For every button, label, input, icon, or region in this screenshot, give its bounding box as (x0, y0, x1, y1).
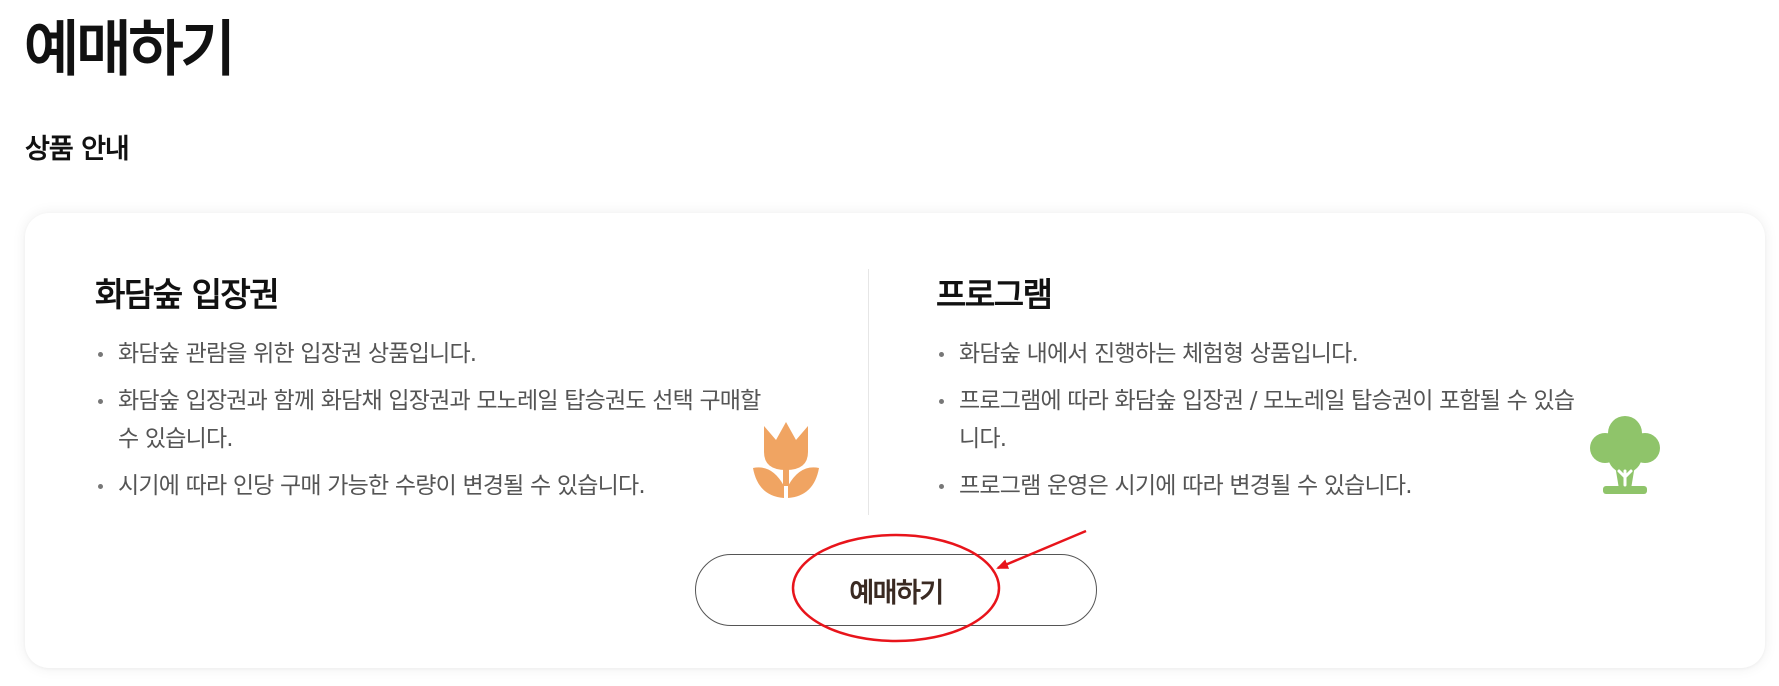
ticket-info-list: 화담숲 관람을 위한 입장권 상품입니다. 화담숲 입장권과 함께 화담채 입장… (95, 335, 835, 505)
reserve-button[interactable]: 예매하기 (695, 554, 1097, 626)
ticket-info-item: 화담숲 관람을 위한 입장권 상품입니다. (95, 335, 785, 373)
tulip-icon (753, 422, 819, 498)
ticket-info-item: 화담숲 입장권과 함께 화담채 입장권과 모노레일 탑승권도 선택 구매할 수 … (95, 382, 785, 458)
program-info-item: 프로그램 운영은 시기에 따라 변경될 수 있습니다. (936, 467, 1586, 505)
ticket-info-item: 시기에 따라 인당 구매 가능한 수량이 변경될 수 있습니다. (95, 467, 785, 505)
page: 예매하기 상품 안내 화담숲 입장권 화담숲 관람을 위한 입장권 상품입니다.… (0, 0, 1779, 686)
product-card: 화담숲 입장권 화담숲 관람을 위한 입장권 상품입니다. 화담숲 입장권과 함… (25, 213, 1765, 668)
product-title-ticket: 화담숲 입장권 (95, 275, 280, 314)
tree-icon (1590, 416, 1660, 494)
product-title-program: 프로그램 (936, 275, 1053, 314)
section-title: 상품 안내 (25, 134, 130, 165)
column-divider (868, 269, 869, 515)
program-info-item: 화담숲 내에서 진행하는 체험형 상품입니다. (936, 335, 1586, 373)
product-ticket-column: 화담숲 입장권 화담숲 관람을 위한 입장권 상품입니다. 화담숲 입장권과 함… (95, 273, 835, 514)
program-info-item: 프로그램에 따라 화담숲 입장권 / 모노레일 탑승권이 포함될 수 있습니다. (936, 382, 1586, 458)
page-title: 예매하기 (24, 15, 236, 85)
program-info-list: 화담숲 내에서 진행하는 체험형 상품입니다. 프로그램에 따라 화담숲 입장권… (936, 335, 1656, 505)
product-program-column: 프로그램 화담숲 내에서 진행하는 체험형 상품입니다. 프로그램에 따라 화담… (936, 273, 1656, 514)
reserve-button-label: 예매하기 (849, 577, 944, 609)
